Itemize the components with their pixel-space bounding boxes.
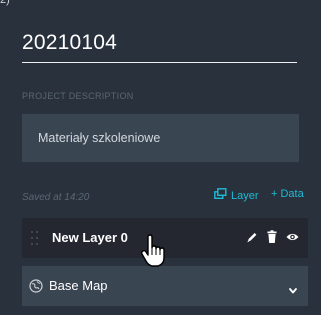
drag-handle-icon[interactable] (30, 230, 40, 246)
project-description-label: PROJECT DESCRIPTION (22, 91, 134, 101)
project-description-input[interactable]: Materiały szkoleniowe (22, 114, 299, 162)
eye-icon[interactable] (286, 230, 299, 244)
base-map-label: Base Map (49, 278, 108, 293)
chevron-down-icon[interactable] (288, 282, 298, 294)
step-label: 2) (0, 0, 10, 6)
trash-icon[interactable] (266, 230, 278, 244)
add-data-button[interactable]: + Data (271, 188, 304, 200)
add-layer-label: Layer (231, 189, 259, 202)
layers-icon (214, 188, 227, 203)
project-title-input[interactable]: 20210104 (22, 28, 297, 63)
pencil-icon[interactable] (246, 230, 258, 244)
layer-actions (246, 230, 299, 244)
add-layer-button[interactable]: Layer (214, 188, 259, 203)
layer-item[interactable]: New Layer 0 (22, 218, 308, 258)
layer-name[interactable]: New Layer 0 (52, 218, 128, 258)
globe-icon (29, 279, 43, 293)
add-data-label: + Data (271, 188, 304, 200)
base-map-selector[interactable]: Base Map (22, 266, 308, 306)
side-panel: 2) 20210104 PROJECT DESCRIPTION Materiał… (0, 0, 321, 315)
saved-status: Saved at 14:20 (22, 192, 90, 203)
